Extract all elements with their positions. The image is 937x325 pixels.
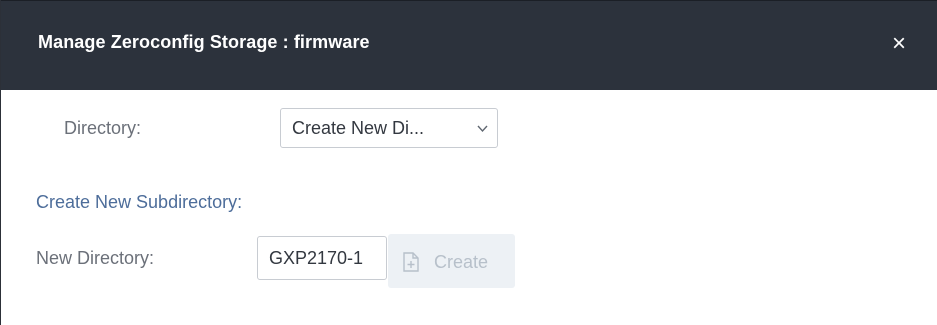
create-button[interactable]: Create [388, 234, 515, 288]
chevron-down-icon [477, 125, 488, 133]
new-directory-label: New Directory: [36, 248, 155, 268]
dialog-titlebar: Manage Zeroconfig Storage : firmware × [1, 0, 937, 90]
directory-label: Directory: [64, 118, 142, 138]
new-file-icon [403, 252, 419, 272]
close-button[interactable]: × [881, 26, 917, 62]
directory-select-value: Create New Di... [292, 118, 425, 138]
directory-select[interactable]: Create New Di... [280, 108, 498, 148]
dialog-title: Manage Zeroconfig Storage : firmware [38, 32, 370, 52]
new-directory-input[interactable] [257, 236, 387, 280]
create-subdirectory-title: Create New Subdirectory: [36, 192, 243, 212]
create-button-label: Create [434, 252, 489, 272]
close-icon: × [891, 30, 906, 57]
manage-storage-dialog: Manage Zeroconfig Storage : firmware × D… [0, 0, 937, 325]
